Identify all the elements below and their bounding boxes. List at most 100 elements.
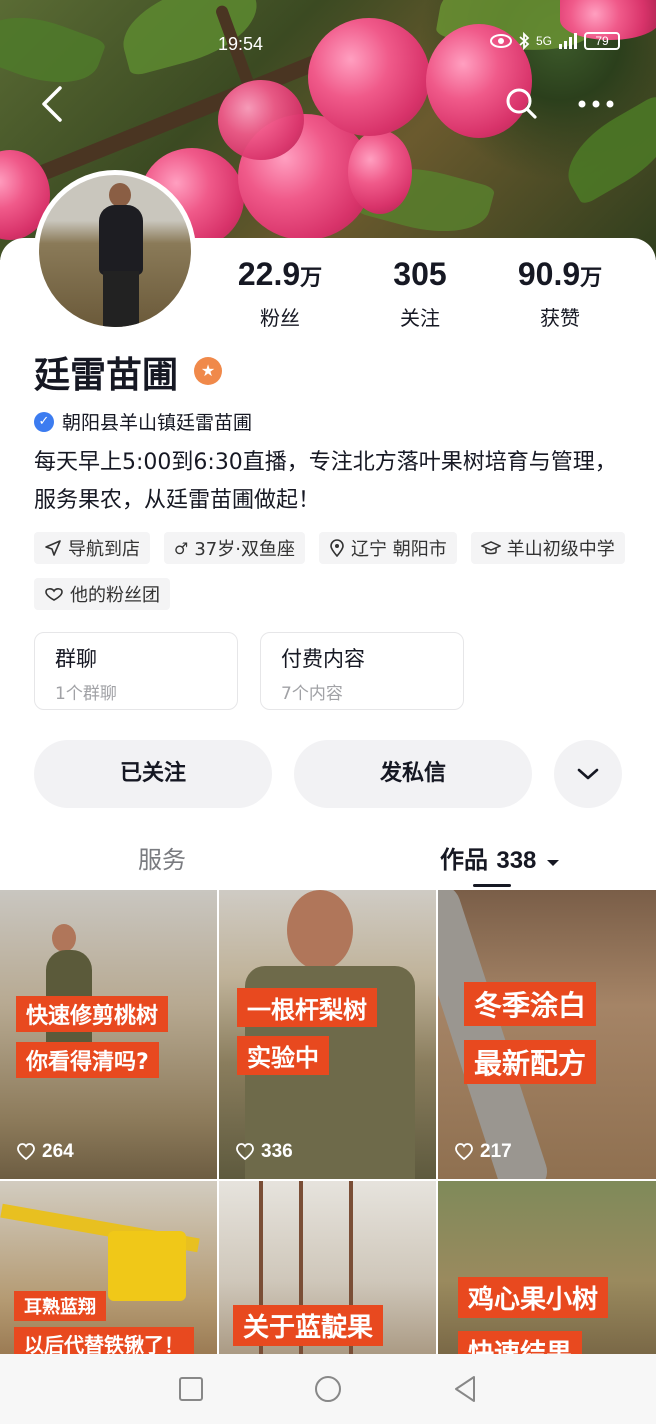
stat-label: 获赞 [540,306,580,330]
stat-label: 粉丝 [260,306,300,330]
apple [348,130,412,214]
network-type: 5G [536,34,553,48]
stats-row: 22.9万 粉丝 305 关注 90.9万 获赞 [210,256,630,331]
video-likes-count: 336 [261,1141,293,1162]
apple [218,80,304,160]
tab-works-label: 作品 [440,846,488,874]
tag-school[interactable]: 羊山初级中学 [470,532,625,564]
video-likes-count: 264 [42,1141,74,1162]
fan-group-icon [45,588,63,601]
stat-value: 305 [393,256,447,292]
stat-unit: 万 [300,265,323,290]
caret-down-icon[interactable] [545,858,561,868]
back-icon[interactable] [36,84,72,124]
avatar-person-body [99,205,143,275]
tag-label: 导航到店 [68,539,140,560]
home-icon[interactable] [313,1374,343,1404]
video-caption: 实验中 [237,1036,329,1075]
video-figure [52,924,76,952]
star-badge-icon[interactable]: ★ [194,357,222,385]
recent-apps-icon[interactable] [176,1374,206,1404]
tag-age: ♂ 37岁·双鱼座 [164,532,305,564]
profile-name: 廷雷苗圃 [34,355,179,396]
search-icon[interactable] [500,82,544,126]
video-tile[interactable]: 冬季涂白 最新配方 217 [438,890,656,1179]
video-caption: 最新配方 [464,1040,597,1084]
video-caption: 你看得清吗? [16,1042,159,1078]
stat-label: 关注 [400,306,440,330]
navigation-icon [45,540,61,556]
tab-service[interactable]: 服务 [138,840,186,875]
tab-works[interactable]: 作品 338 [440,840,561,875]
verified-icon: ✓ [34,411,54,432]
video-tile[interactable]: 一根杆梨树 实验中 336 [219,890,436,1179]
box-subtitle: 1个群聊 [55,684,117,704]
more-icon[interactable] [566,82,626,126]
status-time: 19:54 [218,34,264,54]
tag-label: 37岁·双鱼座 [194,539,295,560]
box-title: 群聊 [55,647,97,671]
message-button[interactable]: 发私信 [294,740,532,808]
video-likes: 336 [235,1141,293,1163]
video-grid: 快速修剪桃树 你看得清吗? 264 一根杆梨树 实验中 336 冬季涂白 最新配… [0,890,656,1360]
video-tile[interactable]: 关于蓝靛果 [219,1181,436,1360]
chevron-down-icon [577,768,599,780]
heart-icon [17,1143,35,1161]
video-likes: 217 [454,1141,512,1163]
verified-label: 朝阳县羊山镇廷雷苗圃 [62,412,253,434]
tag-label: 辽宁 朝阳市 [350,539,447,560]
stat-followers[interactable]: 22.9万 粉丝 [210,256,350,331]
profile-bio: 每天早上5:00到6:30直播，专注北方落叶果树培育与管理，服务果农，从廷雷苗圃… [34,450,617,513]
male-icon: ♂ [174,538,189,558]
video-caption: 冬季涂白 [464,982,597,1026]
location-icon [330,539,344,557]
group-chat-box[interactable]: 群聊 1个群聊 [34,632,238,710]
box-title: 付费内容 [281,647,365,671]
video-caption: 关于蓝靛果 [233,1305,384,1346]
tab-indicator [473,884,511,887]
avatar-person-legs [103,271,139,327]
paid-content-box[interactable]: 付费内容 7个内容 [260,632,464,710]
heart-icon [455,1143,473,1161]
tag-label: 他的粉丝团 [70,585,160,606]
back-nav-icon[interactable] [450,1374,480,1404]
avatar-person-head [109,183,131,207]
video-figure [287,890,353,970]
video-tile[interactable]: 耳熟蓝翔 以后代替铁锹了！ [0,1181,217,1360]
content-tabs: 服务 作品 338 [0,830,656,888]
video-trunk [438,890,553,1179]
tag-label: 羊山初级中学 [506,539,615,560]
box-subtitle: 7个内容 [281,684,343,704]
tag-navigation[interactable]: 导航到店 [34,532,150,564]
avatar[interactable] [34,170,196,332]
profile-tags: 导航到店 ♂ 37岁·双鱼座 辽宁 朝阳市 羊山初级中学 他的粉丝团 [34,532,634,610]
video-excavator-body [108,1231,186,1301]
tab-works-count: 338 [496,847,537,874]
status-bar: 19:54 5G 79 [0,30,656,60]
bluetooth-icon [519,32,530,50]
video-caption: 耳熟蓝翔 [14,1291,106,1321]
video-tile[interactable]: 快速修剪桃树 你看得清吗? 264 [0,890,217,1179]
more-options-button[interactable] [554,740,622,808]
stat-likes[interactable]: 90.9万 获赞 [490,256,630,331]
video-caption: 一根杆梨树 [237,988,377,1027]
verified-row[interactable]: ✓ 朝阳县羊山镇廷雷苗圃 [34,408,252,435]
video-likes-count: 217 [480,1141,512,1162]
action-buttons: 已关注 发私信 [34,740,622,808]
battery-icon: 79 [584,32,621,50]
video-caption: 鸡心果小树 [458,1277,609,1318]
video-tile[interactable]: 鸡心果小树 快速结果 [438,1181,656,1360]
stat-value: 90.9 [517,256,581,292]
tag-fan-group[interactable]: 他的粉丝团 [34,578,170,610]
signal-icon [559,33,578,49]
profile-page: 19:54 5G 79 22.9万 粉丝 305 关注 90.9万 获赞 廷雷苗… [0,0,656,1424]
stat-following[interactable]: 305 关注 [350,256,490,331]
system-nav-bar [0,1354,656,1424]
eye-icon [490,34,512,48]
school-icon [480,541,501,555]
video-likes: 264 [16,1141,74,1163]
feature-boxes: 群聊 1个群聊 付费内容 7个内容 [34,632,464,710]
tag-location[interactable]: 辽宁 朝阳市 [318,532,457,564]
video-caption: 快速修剪桃树 [16,996,169,1032]
following-button[interactable]: 已关注 [34,740,272,808]
